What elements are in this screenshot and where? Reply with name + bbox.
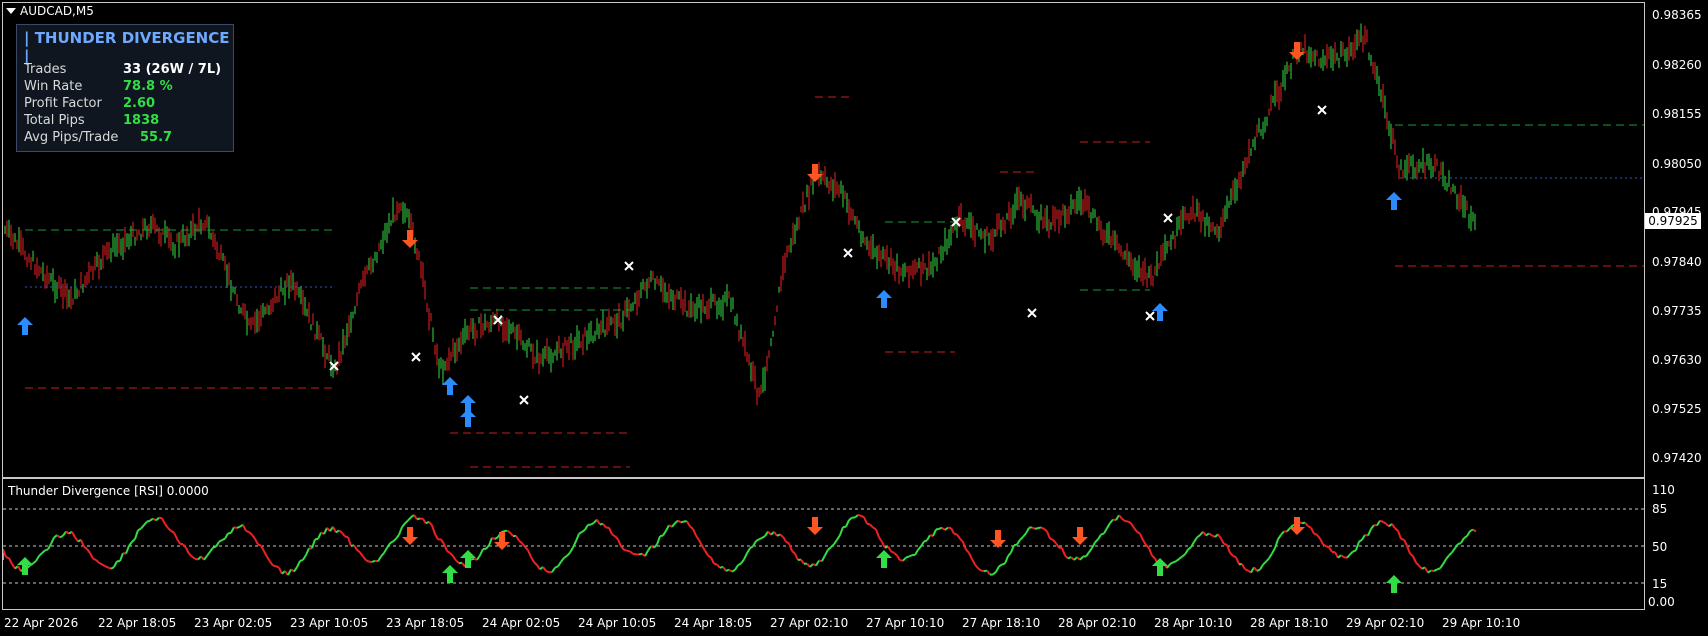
indicator-title: Thunder Divergence [RSI] 0.0000 [8, 484, 209, 498]
stats-value-trades: 33 (26W / 7L) [123, 62, 222, 77]
current-price-tag: 0.97925 [1645, 213, 1701, 229]
dropdown-triangle-icon[interactable] [6, 8, 16, 14]
rsi-tick: 0.00 [1648, 595, 1675, 609]
time-tick: 24 Apr 10:05 [578, 616, 657, 630]
time-tick: 28 Apr 18:10 [1250, 616, 1329, 630]
time-tick: 28 Apr 10:10 [1154, 616, 1233, 630]
stats-label-avg-pips: Avg Pips/Trade [24, 130, 119, 145]
rsi-tick: 85 [1652, 502, 1668, 516]
time-tick: 23 Apr 18:05 [386, 616, 465, 630]
symbol-label: AUDCAD,M5 [20, 4, 94, 18]
time-tick: 29 Apr 02:10 [1346, 616, 1425, 630]
stats-value-avg-pips: 55.7 [140, 130, 173, 145]
price-tick: 0.97735 [1652, 304, 1702, 318]
price-tick: 0.97525 [1652, 402, 1702, 416]
time-tick: 22 Apr 2026 [4, 616, 79, 630]
price-tick: 0.97630 [1652, 353, 1702, 367]
time-tick: 24 Apr 02:05 [482, 616, 561, 630]
time-tick: 27 Apr 10:10 [866, 616, 945, 630]
indicator-panel-frame [2, 478, 1645, 610]
rsi-tick: 110 [1652, 483, 1675, 497]
stats-label-winrate: Win Rate [24, 79, 83, 94]
price-tick: 0.98260 [1652, 58, 1702, 72]
stats-value-winrate: 78.8 % [123, 79, 173, 94]
symbol-title[interactable]: AUDCAD,M5 [6, 4, 94, 18]
stats-label-total-pips: Total Pips [24, 113, 85, 128]
stats-value-total-pips: 1838 [123, 113, 160, 128]
stats-label-trades: Trades [24, 62, 67, 77]
price-tick: 0.98050 [1652, 157, 1702, 171]
time-tick: 28 Apr 02:10 [1058, 616, 1137, 630]
stats-value-profit-factor: 2.60 [123, 96, 156, 111]
price-panel-frame [2, 2, 1645, 478]
stats-panel: | THUNDER DIVERGENCE | Trades 33 (26W / … [16, 24, 234, 152]
rsi-tick: 50 [1652, 540, 1668, 554]
time-tick: 23 Apr 10:05 [290, 616, 369, 630]
time-tick: 27 Apr 02:10 [770, 616, 849, 630]
stats-label-profit-factor: Profit Factor [24, 96, 102, 111]
price-tick: 0.98365 [1652, 8, 1702, 22]
rsi-tick: 15 [1652, 577, 1668, 591]
time-tick: 27 Apr 18:10 [962, 616, 1041, 630]
time-tick: 24 Apr 18:05 [674, 616, 753, 630]
price-tick: 0.97840 [1652, 255, 1702, 269]
time-tick: 23 Apr 02:05 [194, 616, 273, 630]
time-tick: 22 Apr 18:05 [98, 616, 177, 630]
price-tick: 0.98155 [1652, 107, 1702, 121]
price-tick: 0.97420 [1652, 451, 1702, 465]
stats-title: | THUNDER DIVERGENCE | [24, 29, 230, 65]
time-tick: 29 Apr 10:10 [1442, 616, 1521, 630]
